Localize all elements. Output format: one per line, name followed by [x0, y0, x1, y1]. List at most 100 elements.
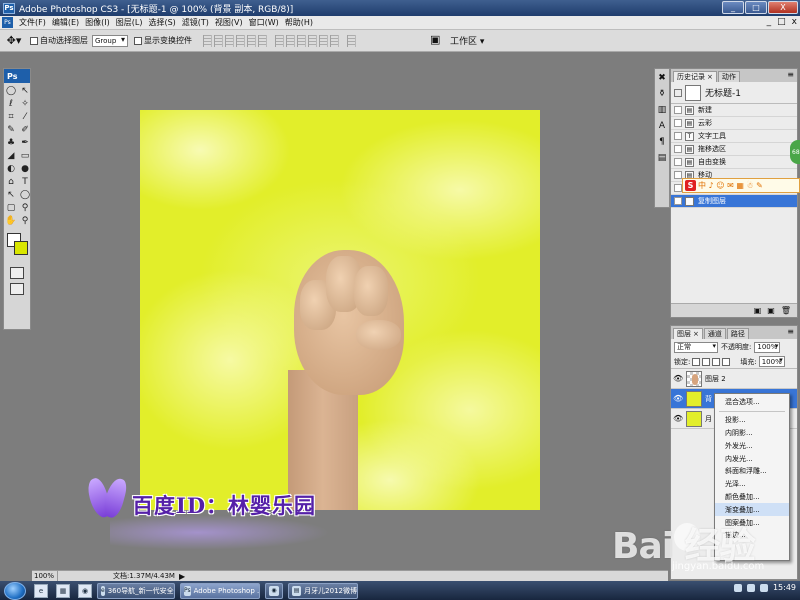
zoom-level[interactable]: 100% [32, 571, 58, 581]
tray-icon[interactable] [733, 583, 742, 592]
explorer-icon[interactable]: ▦ [56, 583, 70, 598]
menu-help[interactable]: 帮助(H) [282, 17, 316, 28]
history-snapshot[interactable]: 无标题-1 [671, 82, 797, 104]
visibility-eye-icon[interactable]: 👁 [673, 374, 683, 383]
tray-icon[interactable] [746, 583, 755, 592]
align-right-icon[interactable] [258, 34, 267, 47]
checkbox-box[interactable] [30, 36, 38, 45]
lasso-tool-icon[interactable]: ℓ [5, 98, 17, 110]
distribute-top-icon[interactable] [275, 34, 284, 47]
marquee-tool-icon[interactable]: ◯ [5, 85, 17, 97]
menu-view[interactable]: 视图(V) [212, 17, 246, 28]
menu-edit[interactable]: 编辑(E) [49, 17, 82, 28]
menu-filter[interactable]: 滤镜(T) [179, 17, 212, 28]
auto-select-checkbox[interactable]: 自动选择图层 [30, 35, 88, 46]
hand-tool-icon[interactable]: ✋ [5, 215, 17, 227]
doc-minimize-button[interactable]: _ [767, 17, 772, 27]
visibility-eye-icon[interactable]: 👁 [673, 394, 683, 403]
document-icon[interactable]: Ps [2, 17, 13, 28]
menu-item-pattern-overlay[interactable]: 图案叠加... [715, 516, 789, 529]
tool-presets-icon[interactable]: ✖ [658, 73, 666, 83]
menu-item-inner-glow[interactable]: 内发光... [715, 452, 789, 465]
layer-comps-icon[interactable]: ▤ [658, 153, 667, 163]
align-top-icon[interactable] [203, 34, 212, 47]
taskbar-item-media[interactable]: ◉ [265, 582, 283, 599]
menu-item-satin[interactable]: 光泽... [715, 478, 789, 491]
menu-item-bevel-emboss[interactable]: 斜面和浮雕... [715, 465, 789, 478]
dodge-tool-icon[interactable]: ● [19, 163, 31, 175]
doc-close-button[interactable]: x [792, 17, 797, 27]
maximize-button[interactable]: □ [745, 1, 767, 14]
gradient-tool-icon[interactable]: ▭ [19, 150, 31, 162]
history-state[interactable]: ▤ 新建 [671, 104, 797, 117]
lock-all-icon[interactable] [722, 357, 731, 366]
tab-channels[interactable]: 通道 [703, 328, 726, 339]
document-canvas[interactable] [140, 110, 540, 510]
clone-stamp-tool-icon[interactable]: ♣ [5, 137, 17, 149]
status-menu-arrow-icon[interactable]: ▶ [179, 572, 185, 581]
tab-history[interactable]: 历史记录 × [673, 71, 717, 82]
ime-toolbar[interactable]: S 中 ♪ ☺ ✉ ▦ ☃ ✎ [682, 178, 800, 193]
close-icon[interactable]: × [707, 73, 713, 81]
crop-tool-icon[interactable]: ⌗ [5, 111, 17, 123]
menu-item-color-overlay[interactable]: 颜色叠加... [715, 491, 789, 504]
blur-tool-icon[interactable]: ◐ [5, 163, 17, 175]
move-tool-icon[interactable]: ↖ [19, 85, 31, 97]
distribute-left-icon[interactable] [308, 34, 317, 47]
move-tool-icon[interactable]: ✥▾ [4, 33, 24, 49]
menu-file[interactable]: 文件(F) [16, 17, 49, 28]
snapshot-brush-icon[interactable] [674, 88, 682, 97]
paragraph-icon[interactable]: ¶ [659, 137, 665, 147]
distribute-vcenter-icon[interactable] [286, 34, 295, 47]
show-transform-checkbox[interactable]: 显示变换控件 [134, 35, 192, 46]
character-icon[interactable]: A [659, 121, 665, 131]
sogou-icon[interactable]: S [685, 180, 696, 191]
menu-layer[interactable]: 图层(L) [113, 17, 146, 28]
align-vcenter-icon[interactable] [214, 34, 223, 47]
trash-icon[interactable]: 🗑 [781, 306, 791, 315]
menu-item-inner-shadow[interactable]: 内阴影... [715, 427, 789, 440]
eraser-tool-icon[interactable]: ◢ [5, 150, 17, 162]
shape-tool-icon[interactable]: ◯ [19, 189, 31, 201]
history-state[interactable]: ▤ 自由变换 [671, 156, 797, 169]
clock[interactable]: 15:49 [773, 583, 796, 592]
doc-restore-button[interactable]: □ [777, 17, 786, 27]
history-brush-tool-icon[interactable]: ✒ [19, 137, 31, 149]
type-tool-icon[interactable]: T [19, 176, 31, 188]
taskbar-item-photoshop[interactable]: Ps Adobe Photoshop ... [180, 582, 260, 599]
panel-menu-icon[interactable]: ≡ [787, 327, 794, 336]
quick-mask-icon[interactable] [10, 267, 24, 279]
menu-item-outer-glow[interactable]: 外发光... [715, 439, 789, 452]
auto-select-dropdown[interactable]: Group [92, 34, 128, 47]
history-state[interactable]: ▤ 拖移选区 [671, 143, 797, 156]
screen-mode-icon[interactable] [10, 283, 24, 295]
layer-row[interactable]: 👁 图层 2 [671, 369, 797, 389]
eyedropper-tool-icon[interactable]: ⚲ [19, 202, 31, 214]
background-color-swatch[interactable] [14, 241, 28, 255]
new-document-icon[interactable]: ▣ [754, 306, 762, 315]
ie-icon[interactable]: e [34, 583, 48, 598]
media-icon[interactable]: ◉ [78, 583, 92, 598]
align-left-icon[interactable] [236, 34, 245, 47]
minimize-button[interactable]: _ [722, 1, 744, 14]
history-state-current[interactable]: ▤ 复制图层 [671, 195, 797, 208]
menu-image[interactable]: 图像(I) [82, 17, 113, 28]
toolbox-header[interactable]: Ps [4, 69, 30, 83]
opacity-input[interactable]: 100% [754, 341, 781, 353]
tab-paths[interactable]: 路径 [726, 328, 749, 339]
taskbar-item-browser[interactable]: e 360导航_新一代安全... [97, 582, 175, 599]
close-icon[interactable]: × [693, 330, 699, 338]
path-selection-tool-icon[interactable]: ↖ [5, 189, 17, 201]
magic-wand-tool-icon[interactable]: ✧ [19, 98, 31, 110]
notes-tool-icon[interactable]: ▢ [5, 202, 17, 214]
menu-item-stroke[interactable]: 描边... [715, 529, 789, 542]
close-button[interactable]: X [768, 1, 798, 14]
menu-item-gradient-overlay[interactable]: 渐变叠加... [715, 503, 789, 517]
distribute-right-icon[interactable] [330, 34, 339, 47]
palette-well-icon[interactable]: ▣ [430, 33, 444, 47]
ime-status[interactable]: 中 ♪ ☺ ✉ ▦ ☃ ✎ [698, 180, 763, 191]
lock-position-icon[interactable] [712, 357, 721, 366]
checkbox-box[interactable] [134, 36, 142, 45]
fill-input[interactable]: 100% [758, 356, 785, 367]
healing-brush-tool-icon[interactable]: ✎ [5, 124, 17, 136]
